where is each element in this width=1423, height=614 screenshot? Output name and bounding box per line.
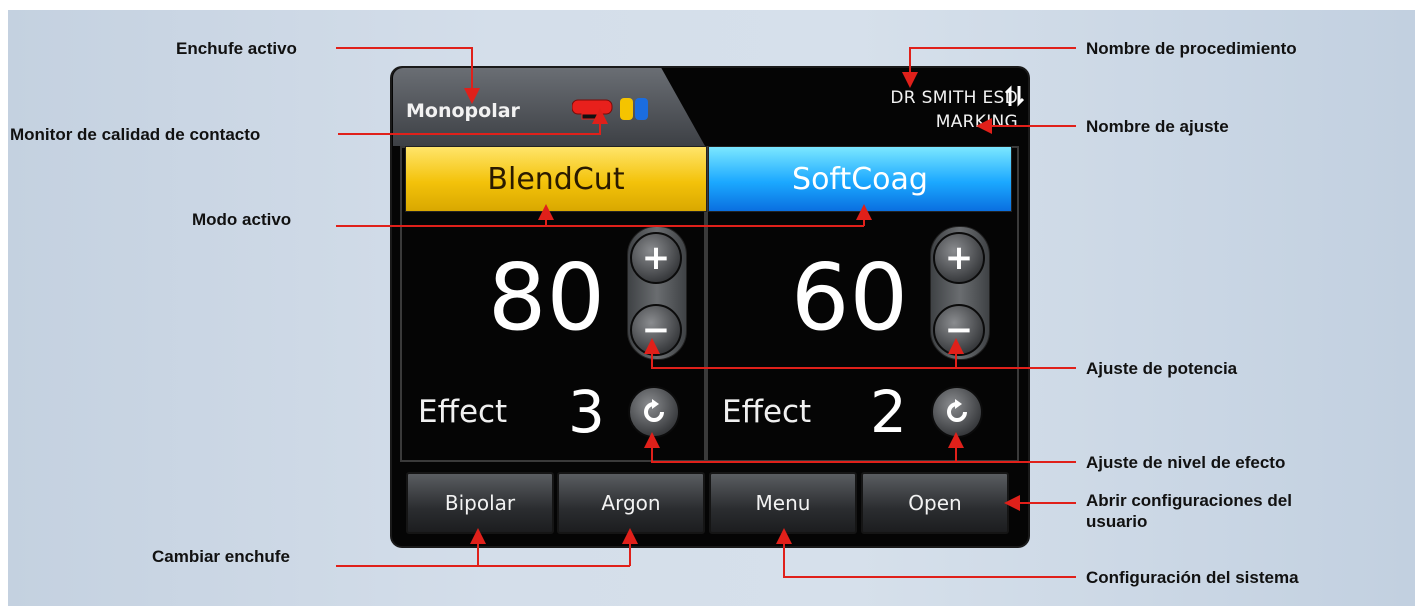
callout-power-adjust: Ajuste de potencia (1086, 359, 1238, 378)
callout-change-plug: Cambiar enchufe (152, 547, 290, 566)
callout-procedure-name: Nombre de procedimiento (1086, 39, 1297, 58)
callout-contact-monitor: Monitor de calidad de contacto (10, 125, 261, 144)
callout-active-plug: Enchufe activo (176, 39, 297, 58)
callout-system-config: Configuración del sistema (1086, 568, 1299, 587)
callout-setting-name: Nombre de ajuste (1086, 117, 1229, 136)
callout-effect-adjust: Ajuste de nivel de efecto (1086, 453, 1286, 472)
callout-user-settings: Abrir configuraciones del usuario (1086, 491, 1292, 531)
callout-active-mode: Modo activo (192, 210, 292, 229)
